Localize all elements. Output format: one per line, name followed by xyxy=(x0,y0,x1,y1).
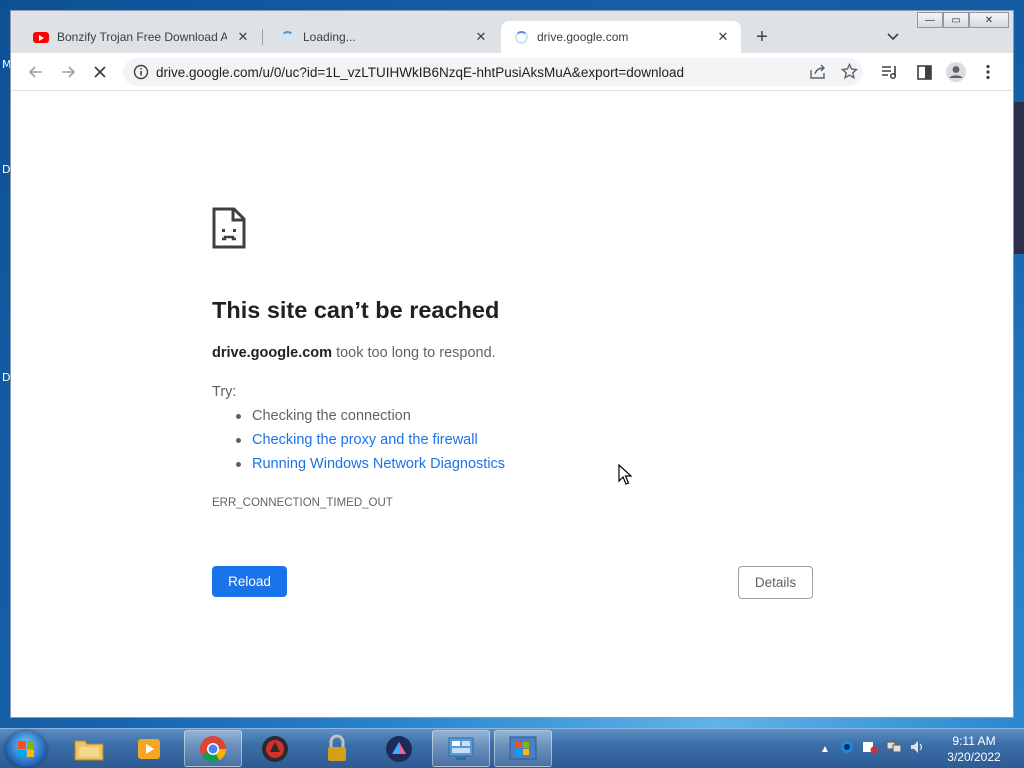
minimize-button[interactable]: — xyxy=(917,12,943,28)
tab-search-chevron-icon[interactable] xyxy=(883,27,903,47)
error-host: drive.google.com xyxy=(212,345,333,361)
media-player-icon[interactable] xyxy=(120,730,178,767)
suggestion-network-diagnostics-link[interactable]: Running Windows Network Diagnostics xyxy=(252,456,505,472)
close-tab-icon[interactable]: ✕ xyxy=(473,29,489,45)
taskbar: ▲ 9:11 AM 3/20/2022 xyxy=(0,728,1024,768)
reading-list-icon[interactable] xyxy=(879,61,901,83)
close-tab-icon[interactable]: ✕ xyxy=(235,29,251,45)
error-code: ERR_CONNECTION_TIMED_OUT xyxy=(212,497,393,509)
lock-icon[interactable] xyxy=(308,730,366,767)
file-explorer-icon[interactable] xyxy=(60,730,118,767)
address-url[interactable]: drive.google.com/u/0/uc?id=1L_vzLTUIHWkI… xyxy=(156,65,684,80)
error-description-text: took too long to respond. xyxy=(332,345,496,361)
clock-time: 9:11 AM xyxy=(952,734,996,748)
back-arrow-icon[interactable] xyxy=(25,61,47,83)
mouse-cursor-icon xyxy=(618,463,633,491)
volume-icon[interactable] xyxy=(910,740,926,759)
network-icon[interactable] xyxy=(886,740,902,759)
youtube-icon xyxy=(33,29,49,45)
stop-loading-icon[interactable] xyxy=(89,61,111,83)
suggestion-list: Checking the connection Checking the pro… xyxy=(212,407,505,479)
info-icon[interactable] xyxy=(133,64,149,85)
list-item: Checking the connection xyxy=(212,407,505,431)
list-item: Running Windows Network Diagnostics xyxy=(212,455,505,479)
control-panel-icon[interactable] xyxy=(432,730,490,767)
windows-icon[interactable] xyxy=(494,730,552,767)
taskbar-clock[interactable]: 9:11 AM 3/20/2022 xyxy=(944,733,1004,765)
tab-bonzify[interactable]: Bonzify Trojan Free Download All ✕ xyxy=(21,21,261,53)
side-panel-icon[interactable] xyxy=(913,61,935,83)
tray-app-icon[interactable] xyxy=(840,740,854,759)
suggestion-check-connection: Checking the connection xyxy=(252,408,411,424)
start-button[interactable] xyxy=(6,731,46,767)
try-label: Try: xyxy=(212,384,237,400)
chrome-icon[interactable] xyxy=(184,730,242,767)
app-icon[interactable] xyxy=(370,730,428,767)
error-page: This site can’t be reached drive.google.… xyxy=(11,91,1013,717)
windows-logo-icon xyxy=(18,741,34,757)
bookmark-star-icon[interactable] xyxy=(840,62,859,85)
tab-drive-google[interactable]: drive.google.com ✕ xyxy=(501,21,741,53)
forward-arrow-icon[interactable] xyxy=(57,61,79,83)
sad-page-icon xyxy=(212,207,246,254)
tab-title: drive.google.com xyxy=(537,30,629,44)
suggestion-proxy-firewall-link[interactable]: Checking the proxy and the firewall xyxy=(252,432,478,448)
menu-kebab-icon[interactable] xyxy=(977,61,999,83)
share-icon[interactable] xyxy=(809,64,827,85)
error-description: drive.google.com took too long to respon… xyxy=(212,345,496,361)
tab-strip: Bonzify Trojan Free Download All ✕ Loadi… xyxy=(11,11,1013,53)
loading-spinner-icon xyxy=(279,29,295,45)
error-heading: This site can’t be reached xyxy=(212,297,500,323)
browser-window: Bonzify Trojan Free Download All ✕ Loadi… xyxy=(10,10,1014,718)
tab-title: Loading... xyxy=(303,30,356,44)
details-button[interactable]: Details xyxy=(738,566,813,599)
background-window-edge xyxy=(1014,102,1024,254)
close-tab-icon[interactable]: ✕ xyxy=(715,29,731,45)
new-tab-button[interactable]: + xyxy=(751,26,773,48)
browser-toolbar: drive.google.com/u/0/uc?id=1L_vzLTUIHWkI… xyxy=(11,53,1013,91)
loading-spinner-icon xyxy=(513,29,529,45)
tab-title: Bonzify Trojan Free Download All xyxy=(57,30,227,44)
profile-avatar-icon[interactable] xyxy=(945,61,967,83)
reload-button[interactable]: Reload xyxy=(212,566,287,597)
tab-loading[interactable]: Loading... ✕ xyxy=(267,21,499,53)
antivirus-icon[interactable] xyxy=(246,730,304,767)
maximize-button[interactable]: ▭ xyxy=(943,12,969,28)
address-bar[interactable]: drive.google.com/u/0/uc?id=1L_vzLTUIHWkI… xyxy=(123,58,863,86)
show-hidden-icons-icon[interactable]: ▲ xyxy=(820,744,830,755)
clock-date: 3/20/2022 xyxy=(947,750,1001,764)
list-item: Checking the proxy and the firewall xyxy=(212,431,505,455)
close-window-button[interactable]: ✕ xyxy=(969,12,1009,28)
tab-separator xyxy=(262,29,263,45)
action-center-warning-icon[interactable] xyxy=(862,740,878,759)
system-tray: ▲ xyxy=(820,729,926,768)
